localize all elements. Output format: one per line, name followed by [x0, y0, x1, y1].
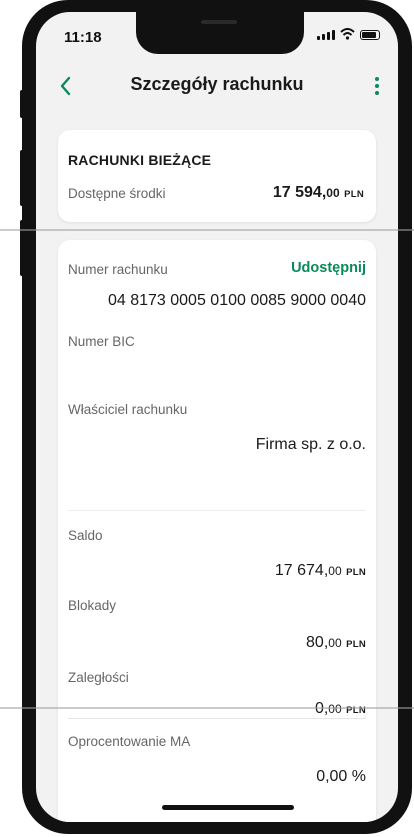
- share-button[interactable]: Udostępnij: [291, 260, 366, 276]
- signal-icon: [317, 30, 335, 40]
- account-type: RACHUNKI BIEŻĄCE: [68, 152, 212, 168]
- saldo-label: Saldo: [68, 528, 103, 543]
- more-options-icon[interactable]: [370, 72, 384, 100]
- account-number-label: Numer rachunku: [68, 262, 168, 277]
- divider: [68, 510, 366, 511]
- account-number: 04 8173 0005 0100 0085 9000 0040: [107, 292, 366, 309]
- wifi-icon: [340, 28, 355, 40]
- page-title: Szczegóły rachunku: [130, 74, 304, 94]
- overlay-line: [0, 229, 414, 231]
- account-summary-card: RACHUNKI BIEŻĄCE Dostępne środki 17 594,…: [58, 130, 376, 222]
- saldo-amount: 17 674,00 PLN: [274, 562, 366, 579]
- zaleglosci-amount: 0,00 PLN: [315, 700, 366, 717]
- navigation-bar: Szczegóły rachunku: [36, 64, 398, 108]
- blokady-amount: 80,00 PLN: [306, 634, 366, 651]
- status-icons: [317, 28, 380, 40]
- home-indicator: [162, 805, 294, 810]
- status-time: 11:18: [64, 29, 102, 46]
- bic-label: Numer BIC: [68, 334, 135, 349]
- speaker: [201, 20, 237, 24]
- side-button: [20, 90, 26, 118]
- available-funds-label: Dostępne środki: [68, 186, 166, 201]
- blokady-label: Blokady: [68, 598, 117, 613]
- side-button: [20, 150, 26, 206]
- notch: [136, 12, 304, 54]
- owner-value: Firma sp. z o.o.: [255, 436, 366, 453]
- overlay-line: [0, 707, 414, 709]
- available-funds-amount: 17 594,00 PLN: [272, 184, 364, 201]
- interest-rate-label: Oprocentowanie MA: [68, 734, 191, 749]
- owner-label: Właściciel rachunku: [68, 402, 188, 417]
- battery-icon: [360, 30, 380, 40]
- zaleglosci-label: Zaległości: [68, 670, 129, 685]
- interest-rate-value: 0,00 %: [316, 768, 366, 785]
- account-details-card: Numer rachunku Udostępnij 04 8173 0005 0…: [58, 240, 376, 822]
- divider: [68, 718, 366, 719]
- app-screen: 11:18 Szczegóły rachunku RACHUNKI BIEŻĄC…: [36, 12, 398, 822]
